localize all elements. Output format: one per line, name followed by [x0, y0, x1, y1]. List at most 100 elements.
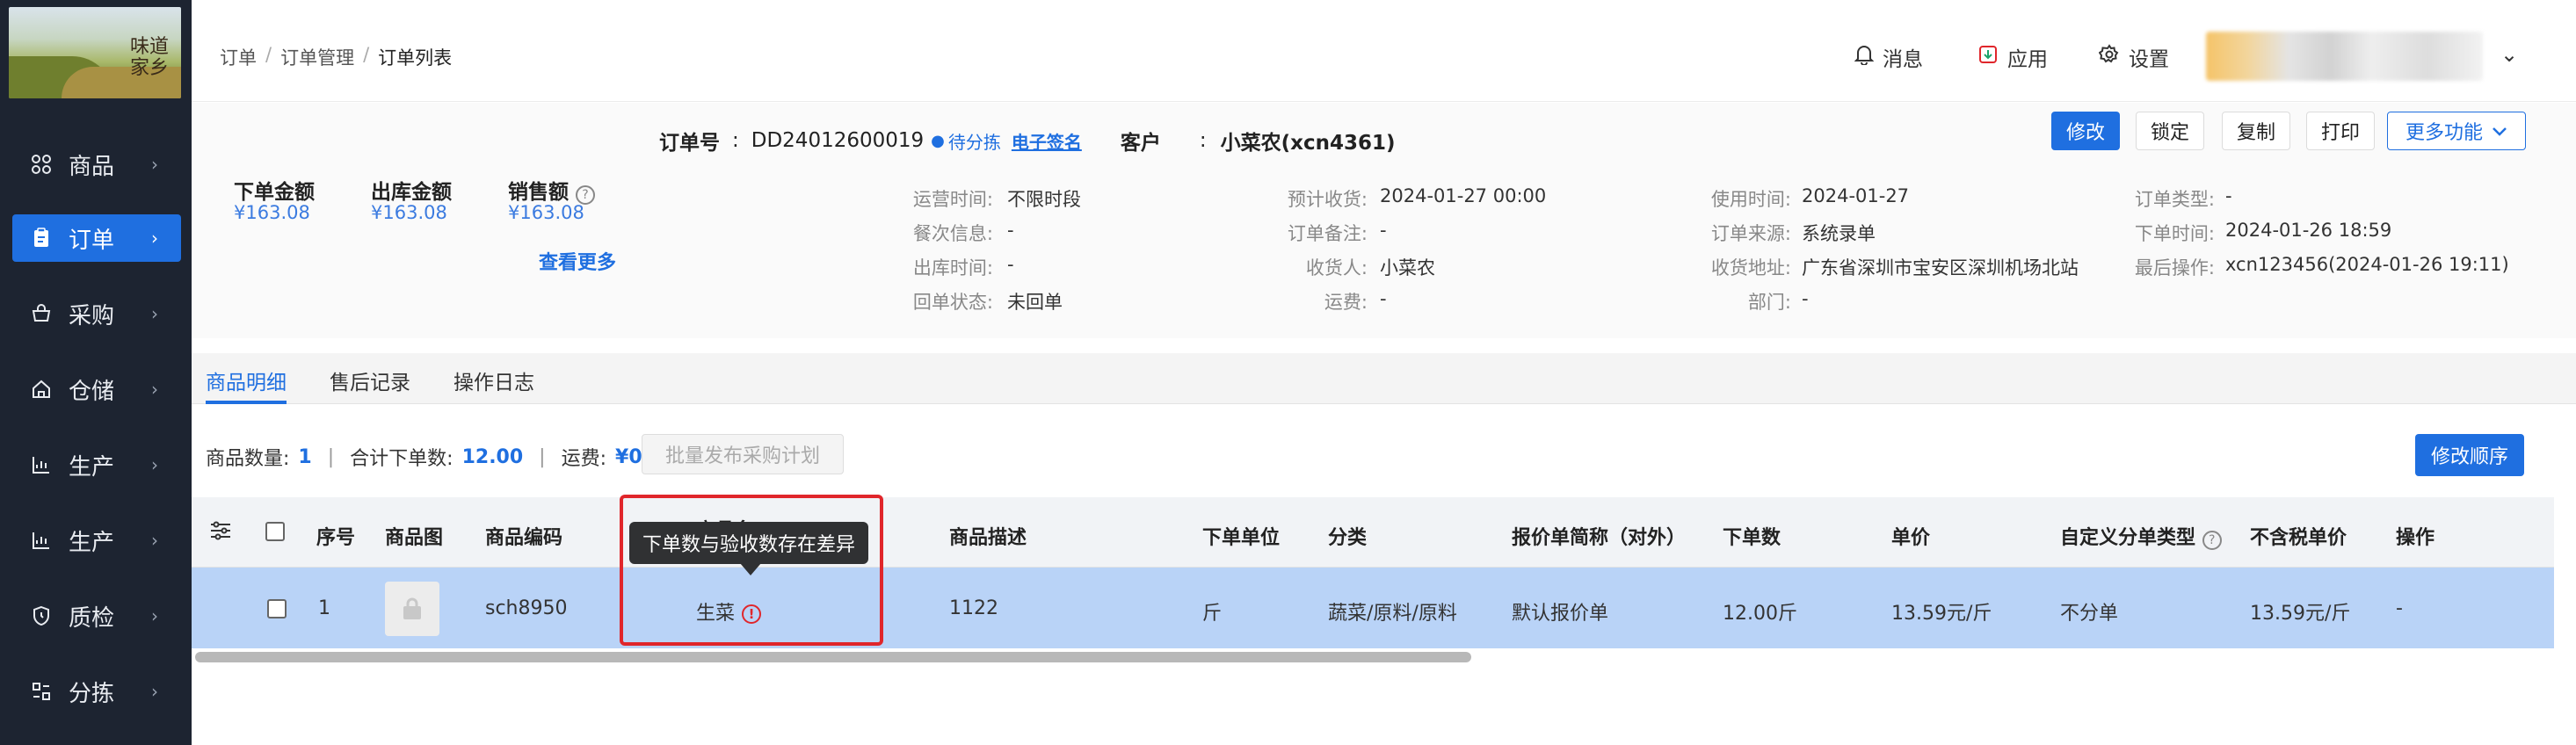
order-header: 订单号 : DD24012600019 ● 待分拣 电子签名 客户 : 小菜农(…: [659, 126, 1396, 156]
view-more-link[interactable]: 查看更多: [539, 247, 616, 275]
sidebar-item-label: 质检: [69, 604, 115, 632]
detail-label: 使用时间:: [1710, 189, 1791, 210]
detail-label: 最后操作:: [2134, 257, 2215, 278]
detail-value: -: [1802, 288, 1809, 309]
breadcrumb: 订单 / 订单管理 / 订单列表: [220, 44, 452, 70]
print-button[interactable]: 打印: [2306, 112, 2375, 150]
customer-name: 小菜农(xcn4361): [1220, 132, 1396, 155]
table-header: 序号 商品图 商品编码 商品名 商品描述 下单单位 分类 报价单简称（对外） 下…: [192, 497, 2554, 568]
breadcrumb-item[interactable]: 订单: [220, 44, 257, 70]
highlight-box: [620, 495, 883, 646]
detail-label: 回单状态:: [912, 292, 993, 313]
colon: :: [1199, 129, 1207, 152]
goods-count: 1: [298, 445, 312, 468]
detail-label: 部门:: [1747, 292, 1791, 313]
detail-value: -: [2225, 185, 2232, 206]
sort-icon: [30, 680, 53, 703]
summary-toolbar: 商品数量: 1 | 合计下单数: 12.00 | 运费: ¥0.00: [206, 443, 677, 471]
messages-label: 消息: [1883, 48, 1923, 71]
detail-value: -: [1007, 220, 1014, 241]
settings-button[interactable]: 设置: [2098, 42, 2169, 72]
sales-label: 销售额 ?: [508, 175, 596, 205]
breadcrumb-item[interactable]: 订单管理: [280, 44, 354, 70]
chevron-down-icon[interactable]: ⌄: [2500, 42, 2518, 67]
horizontal-scrollbar[interactable]: [195, 652, 1471, 662]
sidebar-item-warehouse[interactable]: 仓储 ›: [12, 365, 181, 413]
detail-label: 收货人:: [1305, 257, 1368, 278]
breadcrumb-separator: /: [363, 44, 370, 65]
sidebar-item-orders[interactable]: 订单 ›: [12, 214, 181, 262]
detail-value: 2024-01-27: [1802, 185, 1910, 206]
esign-link[interactable]: 电子签名: [1012, 128, 1082, 154]
apps-button[interactable]: 应用: [1977, 42, 2048, 72]
brand-logo[interactable]: 味道 家乡: [9, 7, 181, 98]
table-row[interactable]: 1 sch8950 生菜! 1122 斤 蔬菜/原料/原料 默认报价单 12.0…: [192, 568, 2554, 648]
sidebar-item-sorting[interactable]: 分拣 ›: [12, 668, 181, 715]
cell-category: 蔬菜/原料/原料: [1328, 603, 1457, 625]
column-settings-icon[interactable]: [209, 520, 232, 545]
sidebar-item-purchase[interactable]: 采购 ›: [12, 290, 181, 337]
breadcrumb-separator: /: [265, 44, 272, 65]
more-actions-label: 更多功能: [2405, 122, 2483, 144]
chevron-down-icon: [2492, 120, 2507, 142]
settings-label: 设置: [2129, 48, 2169, 71]
row-checkbox[interactable]: [267, 599, 287, 618]
bell-icon: [1854, 44, 1875, 70]
tab-after-sales[interactable]: 售后记录: [330, 365, 410, 404]
user-avatar[interactable]: [2206, 32, 2483, 81]
cell-desc: 1122: [949, 597, 998, 619]
detail-label: 餐次信息:: [912, 223, 993, 244]
chevron-right-icon: ›: [151, 454, 158, 475]
detail-label: 预计收货:: [1287, 189, 1368, 210]
tab-operation-log[interactable]: 操作日志: [454, 365, 534, 404]
edit-order-button[interactable]: 修改顺序: [2415, 434, 2524, 476]
house-icon: [30, 378, 53, 401]
detail-label: 运费:: [1324, 292, 1368, 313]
copy-button[interactable]: 复制: [2222, 112, 2290, 150]
chevron-right-icon: ›: [151, 681, 158, 702]
sidebar-item-quality[interactable]: 质检 ›: [12, 592, 181, 640]
edit-button[interactable]: 修改: [2051, 112, 2120, 150]
divider: |: [539, 445, 546, 468]
chart-icon: [30, 529, 53, 552]
detail-value: -: [1380, 220, 1387, 241]
bulk-publish-button[interactable]: 批量发布采购计划: [642, 434, 844, 474]
chevron-right-icon: ›: [151, 530, 158, 551]
sidebar-item-label: 分拣: [69, 680, 115, 707]
cell-split-type: 不分单: [2060, 603, 2119, 625]
col-header: 商品描述: [949, 527, 1027, 549]
customer-label: 客户: [1120, 132, 1161, 155]
cell-op: -: [2396, 597, 2403, 619]
cell-quote: 默认报价单: [1512, 603, 1609, 625]
question-icon[interactable]: ?: [2202, 531, 2222, 550]
sidebar-item-production-2[interactable]: 生产 ›: [12, 517, 181, 564]
product-image-placeholder[interactable]: [385, 582, 439, 636]
order-id: DD24012600019: [751, 129, 925, 152]
sidebar-item-goods[interactable]: 商品 ›: [12, 141, 181, 188]
sidebar-item-production[interactable]: 生产 ›: [12, 441, 181, 488]
tab-goods-detail[interactable]: 商品明细: [206, 365, 287, 404]
detail-label: 下单时间:: [2134, 223, 2215, 244]
detail-value: 不限时段: [1007, 189, 1081, 210]
download-box-icon: [1977, 44, 1999, 70]
shield-icon: [30, 604, 53, 627]
lock-button[interactable]: 锁定: [2136, 112, 2204, 150]
cell-unit: 斤: [1202, 603, 1223, 625]
order-info-panel: 下单金额 ¥163.08 出库金额 ¥163.08 销售额 ? ¥163.08 …: [192, 103, 2576, 338]
detail-label: 订单备注:: [1287, 223, 1368, 244]
outbound-amount-value: ¥163.08: [371, 202, 447, 223]
col-header: 不含税单价: [2250, 527, 2347, 549]
apps-label: 应用: [2007, 48, 2048, 71]
order-id-label: 订单号: [659, 132, 720, 155]
sidebar: 味道 家乡 商品 › 订单 › 采购 › 仓储 › 生产 › 生产 › 质检 ›…: [0, 0, 192, 745]
sidebar-item-label: 生产: [69, 453, 115, 481]
sales-value: ¥163.08: [508, 202, 584, 223]
col-header: 商品图: [385, 527, 444, 549]
order-amount-value: ¥163.08: [234, 202, 310, 223]
freight-label: 运费:: [561, 448, 607, 470]
select-all-checkbox[interactable]: [265, 522, 285, 541]
cell-index: 1: [318, 597, 330, 619]
messages-button[interactable]: 消息: [1854, 42, 1923, 72]
more-actions-button[interactable]: 更多功能: [2387, 112, 2526, 150]
cell-qty: 12.00斤: [1723, 603, 1797, 625]
